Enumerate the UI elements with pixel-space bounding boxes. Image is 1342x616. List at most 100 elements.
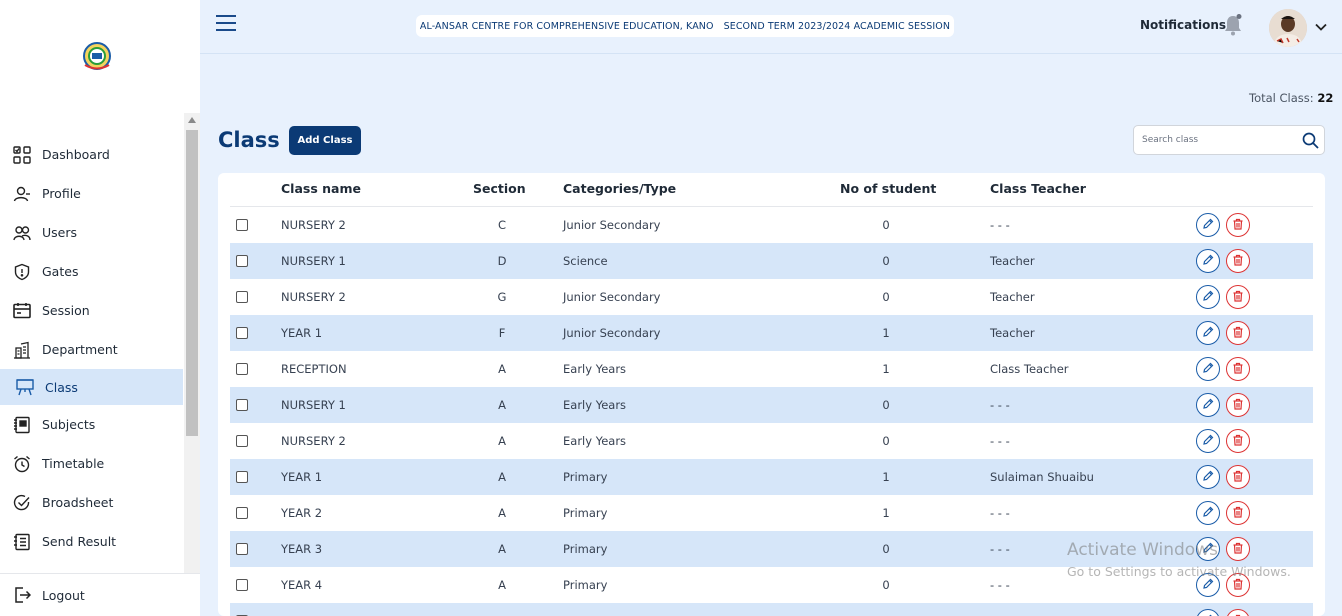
cell-category: Early Years	[563, 398, 627, 412]
row-checkbox[interactable]	[236, 543, 248, 555]
edit-button[interactable]	[1196, 213, 1220, 237]
cell-class-teacher: - - -	[990, 218, 1010, 232]
edit-button[interactable]	[1196, 321, 1220, 345]
delete-button[interactable]	[1226, 537, 1250, 561]
cell-category: Early Years	[563, 434, 627, 448]
scroll-up-arrow-icon[interactable]	[188, 117, 196, 123]
sidebar-item-session[interactable]: Session	[0, 291, 183, 330]
cell-section: A	[498, 434, 506, 448]
trash-icon	[1232, 434, 1244, 449]
row-checkbox[interactable]	[236, 255, 248, 267]
cell-category: Primary	[563, 578, 608, 592]
users-icon	[12, 223, 31, 242]
sidebar-item-users[interactable]: Users	[0, 213, 183, 252]
sidebar-item-subjects[interactable]: Subjects	[0, 405, 183, 444]
edit-button[interactable]	[1196, 537, 1220, 561]
cell-student-count: 0	[882, 434, 890, 448]
row-checkbox[interactable]	[236, 291, 248, 303]
edit-button[interactable]	[1196, 357, 1220, 381]
search-icon[interactable]	[1302, 132, 1319, 149]
cell-category: Primary	[563, 506, 608, 520]
row-checkbox[interactable]	[236, 399, 248, 411]
sidebar-item-department[interactable]: Department	[0, 330, 183, 369]
sidebar-scrollbar[interactable]	[184, 113, 200, 573]
delete-button[interactable]	[1226, 393, 1250, 417]
bell-icon[interactable]	[1222, 13, 1244, 37]
row-checkbox[interactable]	[236, 219, 248, 231]
school-name: AL-ANSAR CENTRE FOR COMPREHENSIVE EDUCAT…	[419, 20, 714, 32]
row-checkbox[interactable]	[236, 471, 248, 483]
edit-button[interactable]	[1196, 465, 1220, 489]
edit-button[interactable]	[1196, 609, 1220, 616]
pencil-icon	[1202, 434, 1214, 449]
delete-button[interactable]	[1226, 429, 1250, 453]
row-checkbox[interactable]	[236, 363, 248, 375]
table-row: NURSERY 1 A Early Years 0 - - -	[230, 387, 1313, 423]
page-title: Class	[218, 128, 280, 152]
edit-button[interactable]	[1196, 429, 1220, 453]
trash-icon	[1232, 326, 1244, 341]
cell-section: A	[498, 398, 506, 412]
scrollbar-thumb[interactable]	[186, 130, 198, 436]
cell-section: G	[497, 290, 507, 304]
delete-button[interactable]	[1226, 357, 1250, 381]
cell-class-teacher: - - -	[990, 542, 1010, 556]
row-checkbox[interactable]	[236, 435, 248, 447]
book-icon	[12, 415, 31, 434]
row-checkbox[interactable]	[236, 579, 248, 591]
edit-button[interactable]	[1196, 249, 1220, 273]
cell-class-name: YEAR 1	[281, 326, 323, 340]
logout-icon	[12, 586, 31, 605]
row-checkbox[interactable]	[236, 507, 248, 519]
avatar[interactable]	[1269, 9, 1307, 47]
cell-section: A	[498, 470, 506, 484]
table-row: YEAR 2 A Primary 1 - - -	[230, 495, 1313, 531]
sidebar-item-send-result[interactable]: Send Result	[0, 522, 183, 561]
delete-button[interactable]	[1226, 321, 1250, 345]
delete-button[interactable]	[1226, 213, 1250, 237]
chevron-down-icon[interactable]	[1314, 20, 1328, 34]
edit-button[interactable]	[1196, 573, 1220, 597]
delete-button[interactable]	[1226, 609, 1250, 616]
school-logo	[83, 42, 111, 70]
sidebar-item-timetable[interactable]: Timetable	[0, 444, 183, 483]
cell-category: Science	[563, 254, 608, 268]
delete-button[interactable]	[1226, 573, 1250, 597]
notifications-label[interactable]: Notifications	[1140, 18, 1226, 32]
cell-class-teacher: Teacher	[990, 326, 1035, 340]
row-checkbox[interactable]	[236, 327, 248, 339]
building-icon	[12, 340, 31, 359]
sidebar-item-profile[interactable]: Profile	[0, 174, 183, 213]
search-input[interactable]	[1134, 126, 1299, 154]
cell-student-count: 0	[882, 254, 890, 268]
sidebar-item-dashboard[interactable]: Dashboard	[0, 135, 183, 174]
shield-icon	[12, 262, 31, 281]
trash-icon	[1232, 218, 1244, 233]
cell-class-teacher: - - -	[990, 506, 1010, 520]
delete-button[interactable]	[1226, 501, 1250, 525]
sidebar-item-gates[interactable]: Gates	[0, 252, 183, 291]
edit-button[interactable]	[1196, 393, 1220, 417]
cell-student-count: 0	[882, 290, 890, 304]
add-class-button[interactable]: Add Class	[289, 126, 361, 155]
sidebar-item-broadsheet[interactable]: Broadsheet	[0, 483, 183, 522]
delete-button[interactable]	[1226, 285, 1250, 309]
table-row: YEAR 4 A Primary 0 - - -	[230, 567, 1313, 603]
logo-area	[0, 0, 200, 113]
menu-toggle-icon[interactable]	[216, 15, 236, 33]
delete-button[interactable]	[1226, 465, 1250, 489]
sidebar-item-label: Send Result	[42, 534, 117, 549]
pencil-icon	[1202, 254, 1214, 269]
sidebar-item-class[interactable]: Class	[0, 369, 183, 405]
edit-button[interactable]	[1196, 501, 1220, 525]
pencil-icon	[1202, 506, 1214, 521]
delete-button[interactable]	[1226, 249, 1250, 273]
logout-button[interactable]: Logout	[0, 573, 200, 616]
academic-term: SECOND TERM 2023/2024 ACADEMIC SESSION	[723, 20, 951, 32]
cell-section: F	[498, 326, 506, 340]
cell-student-count: 1	[882, 506, 890, 520]
pencil-icon	[1202, 542, 1214, 557]
sidebar-nav: Dashboard Profile Users Gates Session De…	[0, 135, 183, 561]
cell-class-teacher: - - -	[990, 398, 1010, 412]
edit-button[interactable]	[1196, 285, 1220, 309]
